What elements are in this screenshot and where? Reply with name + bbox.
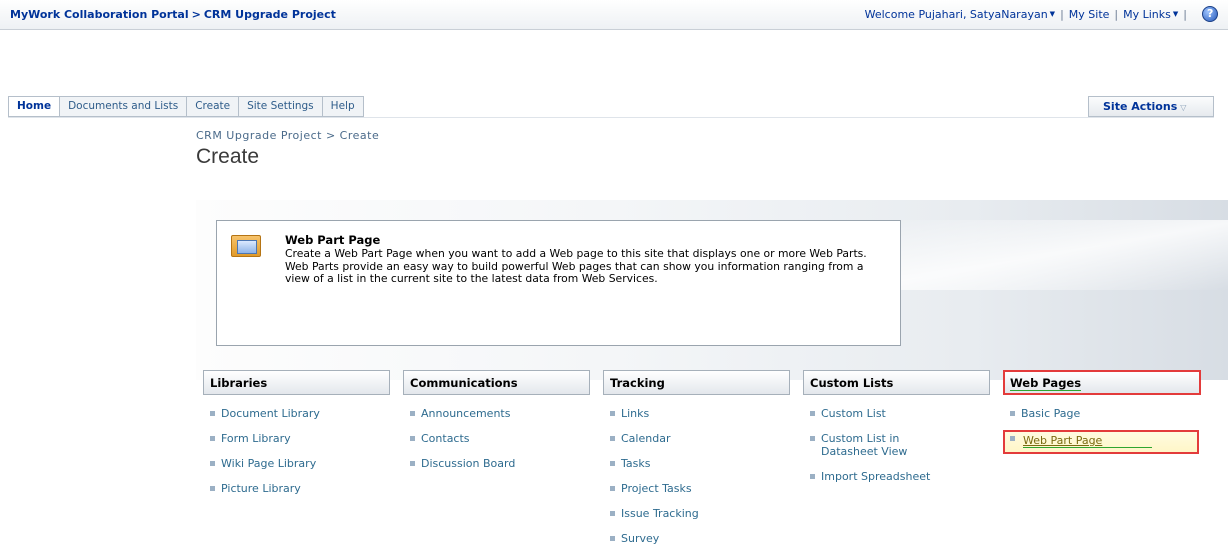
my-site-link[interactable]: My Site	[1069, 8, 1110, 21]
site-actions-label: Site Actions	[1103, 100, 1178, 113]
list-item-picture-library[interactable]: Picture Library	[203, 482, 320, 507]
web-pages-heading-label: Web Pages	[1010, 376, 1082, 391]
bullet-icon	[610, 486, 615, 491]
bullet-icon	[410, 436, 415, 441]
bullet-icon	[610, 536, 615, 541]
tab-create[interactable]: Create	[187, 97, 240, 116]
breadcrumb[interactable]: CRM Upgrade Project > Create	[196, 129, 379, 142]
bullet-icon	[1010, 411, 1015, 416]
list-item-label: Discussion Board	[421, 457, 516, 470]
list-item-tasks[interactable]: Tasks	[603, 457, 699, 482]
welcome-menu[interactable]: Welcome Pujahari, SatyaNarayan ▼	[865, 8, 1055, 21]
bullet-icon	[410, 411, 415, 416]
list-item-project-tasks[interactable]: Project Tasks	[603, 482, 699, 507]
portal-link[interactable]: MyWork Collaboration Portal	[10, 8, 189, 21]
help-icon[interactable]	[1202, 6, 1218, 22]
my-links-menu[interactable]: My Links ▼	[1123, 8, 1178, 21]
bullet-icon	[610, 436, 615, 441]
list-item-label: Tasks	[621, 457, 651, 470]
list-item-basic-page[interactable]: Basic Page	[1003, 407, 1199, 432]
list-item-label: Links	[621, 407, 650, 420]
chevron-down-icon: ▼	[1172, 10, 1179, 18]
column-heading-tracking: Tracking	[603, 370, 790, 395]
description-box: Web Part Page Create a Web Part Page whe…	[216, 220, 901, 346]
list-item-issue-tracking[interactable]: Issue Tracking	[603, 507, 699, 532]
description-text: Create a Web Part Page when you want to …	[285, 247, 867, 285]
separator: |	[1114, 8, 1119, 21]
list-item-form-library[interactable]: Form Library	[203, 432, 320, 457]
column-heading-communications: Communications	[403, 370, 590, 395]
web-part-page-icon	[231, 235, 261, 257]
list-item-links[interactable]: Links	[603, 407, 699, 432]
list-item-web-part-page[interactable]: Web Part Page	[1003, 430, 1199, 454]
list-item-label: Import Spreadsheet	[821, 470, 931, 483]
global-breadcrumb: MyWork Collaboration Portal > CRM Upgrade …	[10, 8, 336, 21]
bullet-icon	[610, 411, 615, 416]
top-bar: MyWork Collaboration Portal > CRM Upgrade …	[0, 0, 1228, 30]
description-title: Web Part Page	[285, 233, 381, 247]
bullet-icon	[210, 461, 215, 466]
list-item-custom-list-datasheet[interactable]: Custom List in Datasheet View	[803, 432, 953, 470]
column-heading-web-pages: Web Pages	[1003, 370, 1201, 395]
column-heading-libraries: Libraries	[203, 370, 390, 395]
bullet-icon	[810, 474, 815, 479]
bullet-icon	[610, 461, 615, 466]
web-pages-list: Basic Page Web Part Page	[1003, 407, 1199, 454]
bullet-icon	[210, 411, 215, 416]
nav-tabs: Home Documents and Lists Create Site Set…	[8, 96, 364, 117]
welcome-label: Welcome Pujahari, SatyaNarayan	[864, 8, 1048, 21]
list-item-custom-list[interactable]: Custom List	[803, 407, 953, 432]
list-item-discussion-board[interactable]: Discussion Board	[403, 457, 515, 482]
list-item-label: Custom List	[821, 407, 886, 420]
list-item-document-library[interactable]: Document Library	[203, 407, 320, 432]
tab-documents-and-lists[interactable]: Documents and Lists	[60, 97, 188, 116]
list-item-label: Custom List in Datasheet View	[821, 432, 908, 458]
bullet-icon	[610, 511, 615, 516]
list-item-announcements[interactable]: Announcements	[403, 407, 515, 432]
list-item-survey[interactable]: Survey	[603, 532, 699, 544]
list-item-label: Picture Library	[221, 482, 301, 495]
list-item-label: Calendar	[621, 432, 671, 445]
list-item-contacts[interactable]: Contacts	[403, 432, 515, 457]
libraries-list: Document Library Form Library Wiki Page …	[203, 407, 320, 507]
my-links-label: My Links	[1123, 8, 1171, 21]
bullet-icon	[810, 436, 815, 441]
chevron-down-icon: ▼	[1049, 10, 1056, 18]
bullet-icon	[210, 486, 215, 491]
list-item-calendar[interactable]: Calendar	[603, 432, 699, 457]
column-heading-custom-lists: Custom Lists	[803, 370, 990, 395]
chevron-down-icon: ▽	[1180, 103, 1187, 112]
list-item-import-spreadsheet[interactable]: Import Spreadsheet	[803, 470, 953, 495]
separator: |	[1060, 8, 1064, 21]
list-item-label: Survey	[621, 532, 660, 544]
list-item-label: Form Library	[221, 432, 291, 445]
tab-site-settings[interactable]: Site Settings	[239, 97, 323, 116]
bullet-icon	[410, 461, 415, 466]
custom-lists-list: Custom List Custom List in Datasheet Vie…	[803, 407, 953, 495]
list-item-label: Contacts	[421, 432, 470, 445]
divider	[8, 117, 1214, 118]
breadcrumb-separator: >	[191, 8, 201, 21]
list-item-label: Issue Tracking	[621, 507, 699, 520]
list-item-wiki-page-library[interactable]: Wiki Page Library	[203, 457, 320, 482]
user-links: Welcome Pujahari, SatyaNarayan ▼ | My Site |…	[865, 8, 1192, 21]
tab-home[interactable]: Home	[9, 97, 61, 116]
list-item-label: Announcements	[421, 407, 511, 420]
list-item-label: Basic Page	[1021, 407, 1081, 420]
page-title: Create	[196, 145, 260, 168]
separator: |	[1183, 8, 1187, 21]
site-actions-menu[interactable]: Site Actions ▽	[1088, 96, 1214, 117]
list-item-label: Web Part Page	[1023, 434, 1153, 448]
tab-help[interactable]: Help	[323, 97, 363, 116]
list-item-label: Project Tasks	[621, 482, 692, 495]
communications-list: Announcements Contacts Discussion Board	[403, 407, 515, 482]
project-link[interactable]: CRM Upgrade Project	[204, 8, 336, 21]
bullet-icon	[210, 436, 215, 441]
bullet-icon	[810, 411, 815, 416]
bullet-icon	[1010, 436, 1015, 441]
tracking-list: Links Calendar Tasks Project Tasks Issue…	[603, 407, 699, 544]
list-item-label: Document Library	[221, 407, 320, 420]
list-item-label: Wiki Page Library	[221, 457, 317, 470]
